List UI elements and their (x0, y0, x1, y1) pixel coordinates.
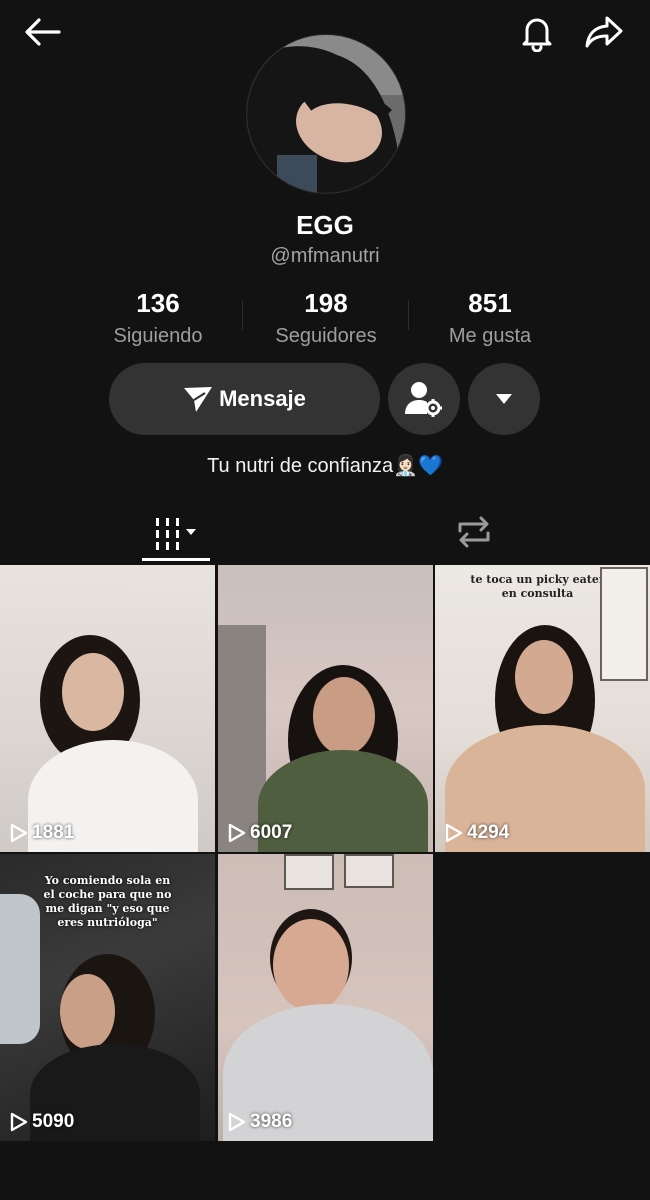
back-button[interactable] (20, 12, 64, 52)
play-icon (445, 823, 463, 843)
tab-videos[interactable] (142, 508, 210, 560)
share-arrow-icon (585, 16, 623, 48)
view-count: 1881 (10, 822, 74, 844)
stat-value: 851 (468, 288, 512, 318)
avatar-photo (247, 35, 405, 193)
play-icon (228, 1112, 246, 1132)
message-button-label: Mensaje (219, 386, 306, 411)
caret-down-icon (496, 394, 512, 404)
video-caption: Yo comiendo sola en el coche para que no… (43, 874, 172, 929)
view-count: 5090 (10, 1111, 74, 1133)
video-caption: te toca un picky eater en consulta (470, 573, 605, 600)
stat-followers[interactable]: 198 Seguidores (236, 288, 416, 348)
grid-icon (156, 518, 196, 550)
share-button[interactable] (580, 10, 628, 54)
video-thumbnail[interactable]: Yo comiendo sola en el coche para que no… (0, 854, 215, 1141)
arrow-left-icon (25, 18, 61, 46)
more-options-button[interactable] (468, 363, 540, 435)
tab-reposts[interactable] (450, 508, 498, 556)
avatar[interactable] (246, 34, 406, 194)
notification-button[interactable] (514, 10, 560, 54)
view-count: 3986 (228, 1111, 292, 1133)
play-icon (228, 823, 246, 843)
view-count: 4294 (445, 822, 509, 844)
follow-options-button[interactable] (388, 363, 460, 435)
profile-bio: Tu nutri de confianza👩🏻‍⚕️💙 (207, 455, 443, 477)
play-icon (10, 1112, 28, 1132)
stat-value: 198 (304, 288, 348, 318)
video-thumbnail[interactable]: 3986 (218, 854, 433, 1141)
message-button[interactable]: Mensaje (109, 363, 380, 435)
stat-label: Seguidores (275, 325, 377, 347)
stat-label: Siguiendo (113, 325, 203, 347)
bell-icon (522, 18, 552, 52)
play-icon (10, 823, 28, 843)
repost-icon (458, 516, 490, 548)
stat-value: 136 (136, 288, 180, 318)
view-count: 6007 (228, 822, 292, 844)
tab-active-indicator (142, 558, 210, 561)
video-thumbnail[interactable]: 6007 (218, 565, 433, 852)
video-thumbnail[interactable]: 1881 (0, 565, 215, 852)
stat-following[interactable]: 136 Siguiendo (68, 288, 248, 348)
send-icon (184, 387, 213, 412)
video-thumbnail[interactable]: te toca un picky eater en consulta 4294 (435, 565, 650, 852)
profile-name: EGG (296, 210, 354, 240)
profile-handle: @mfmanutri (270, 245, 380, 267)
person-gear-icon (405, 382, 442, 417)
stat-likes[interactable]: 851 Me gusta (400, 288, 580, 348)
stat-label: Me gusta (448, 325, 532, 347)
